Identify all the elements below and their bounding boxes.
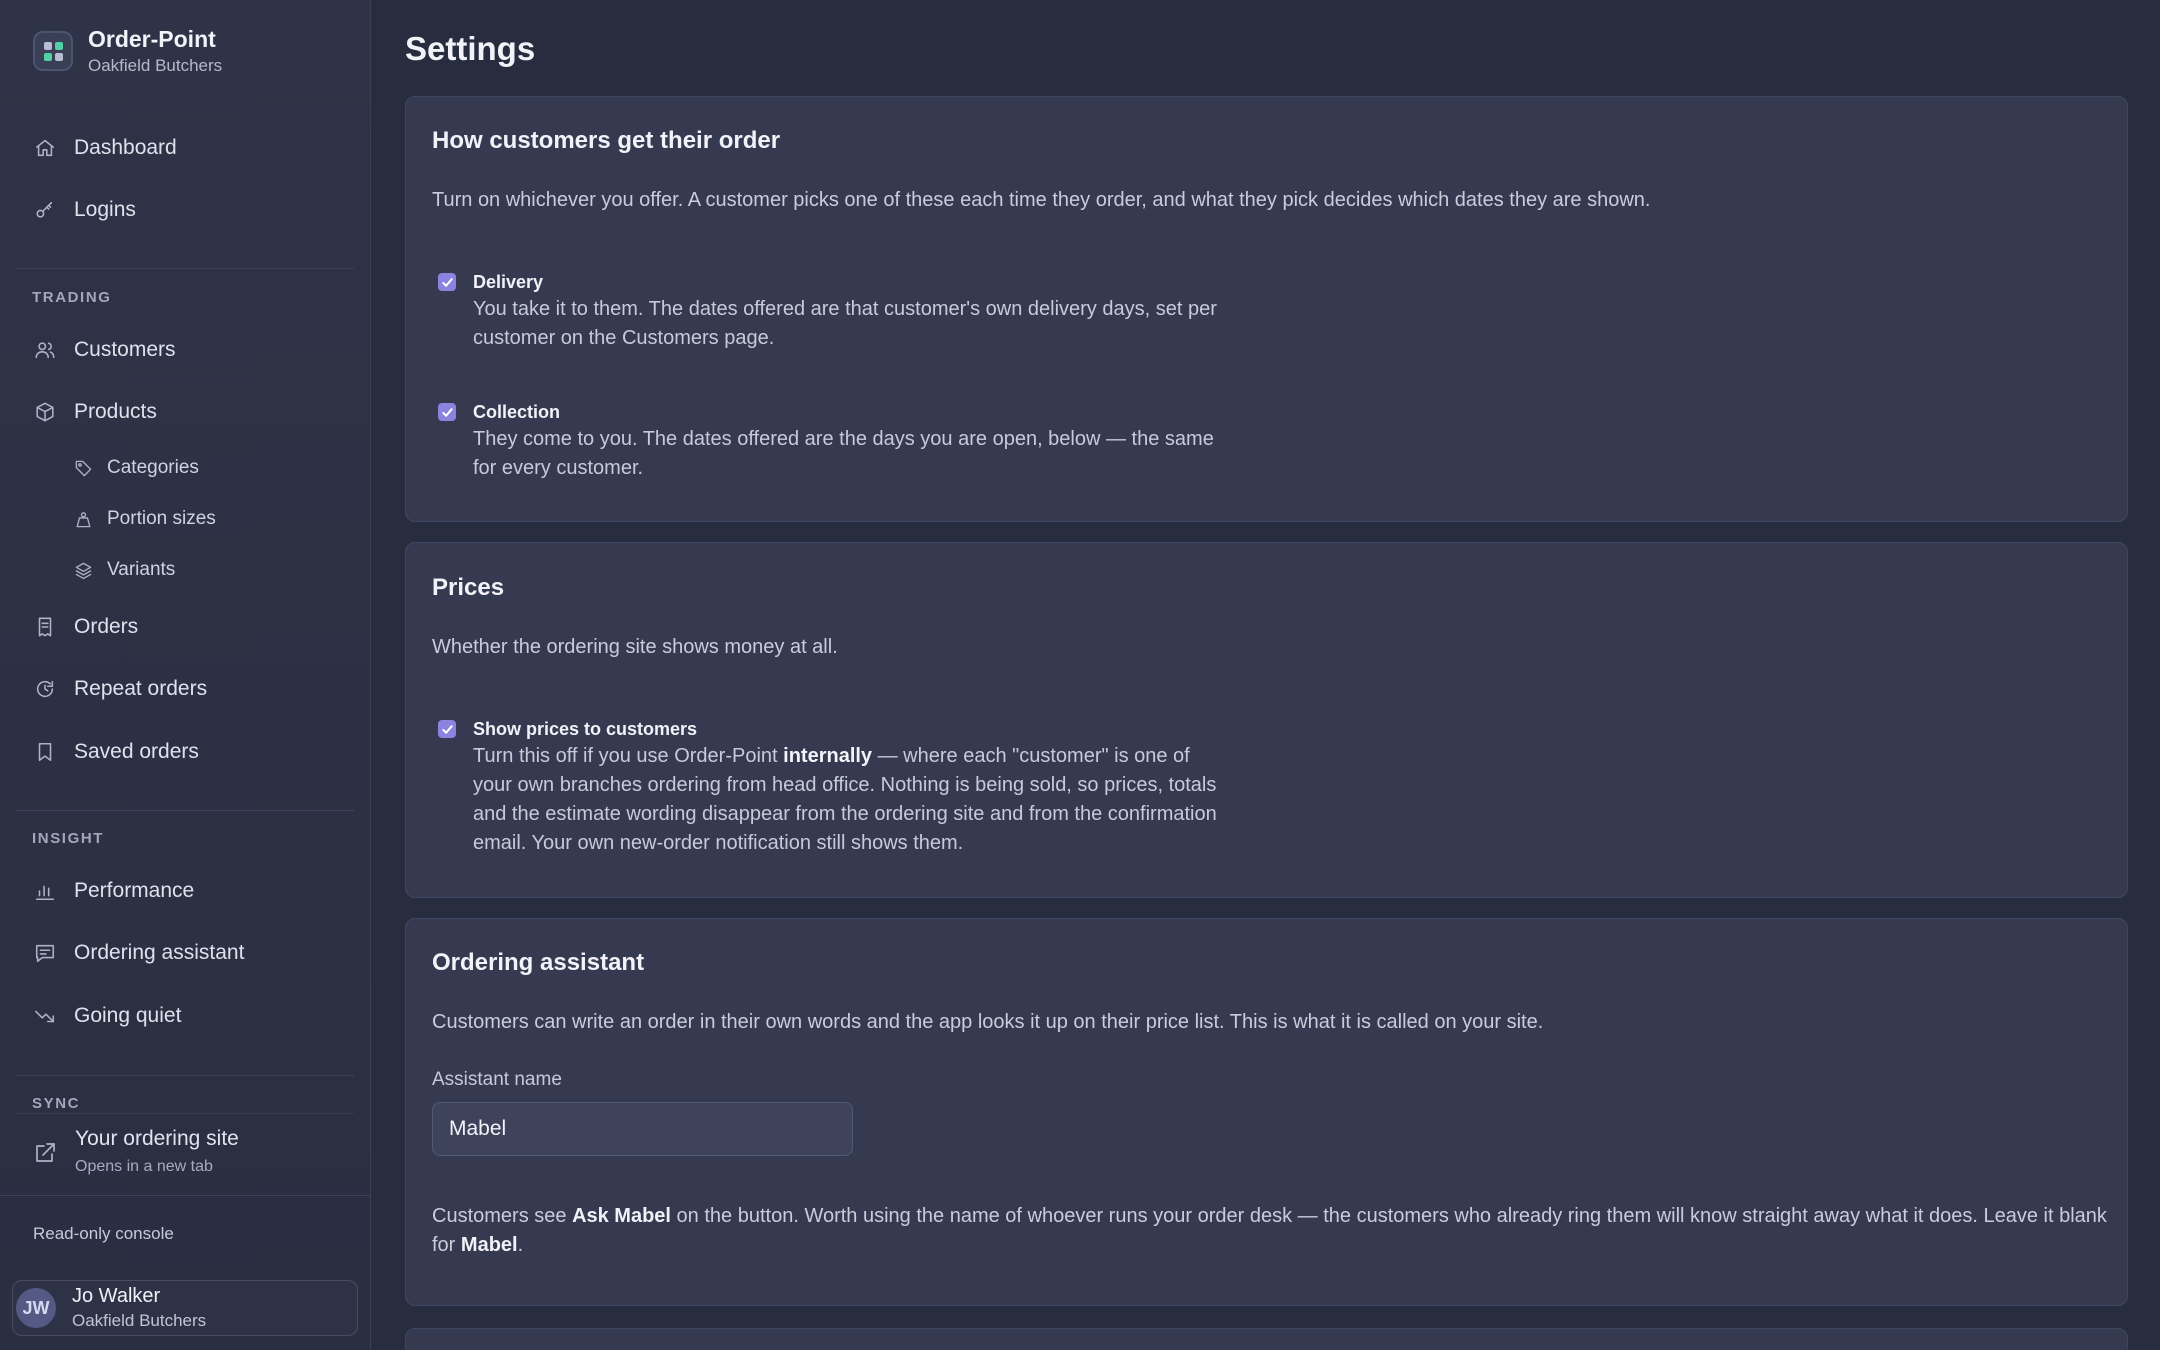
assistant-help-text: Customers see Ask Mabel on the button. W…: [432, 1205, 2107, 1256]
ordering-site-link[interactable]: Your ordering site Opens in a new tab: [33, 1127, 239, 1176]
weight-icon: [73, 509, 93, 529]
delivery-label: Delivery: [473, 272, 544, 292]
fulfilment-settings-card: How customers get their order Turn on wh…: [405, 96, 2128, 522]
sidebar-item-label: Repeat orders: [74, 677, 208, 700]
sidebar-item-label: Variants: [107, 559, 176, 580]
sidebar-item-label: Ordering assistant: [74, 941, 245, 964]
sidebar-divider: [16, 1113, 354, 1114]
card-description: Turn on whichever you offer. A customer …: [432, 189, 1651, 211]
sidebar-item-label: Logins: [74, 198, 136, 221]
brand-name: Order-Point: [88, 26, 216, 52]
chat-icon: [33, 941, 57, 965]
tag-icon: [73, 458, 93, 478]
layers-icon: [73, 560, 93, 580]
card-description: Customers can write an order in their ow…: [432, 1011, 1544, 1033]
external-link-icon: [33, 1141, 59, 1167]
sidebar-item-repeat-orders[interactable]: Repeat orders: [33, 669, 207, 709]
sidebar-item-going-quiet[interactable]: Going quiet: [33, 996, 181, 1036]
page-title: Settings: [405, 30, 536, 67]
sidebar-item-logins[interactable]: Logins: [33, 190, 136, 230]
repeat-icon: [33, 677, 57, 701]
check-icon: [441, 277, 453, 287]
avatar: JW: [16, 1288, 56, 1328]
section-label-insight: INSIGHT: [32, 830, 105, 847]
section-label-trading: TRADING: [32, 289, 112, 306]
brand-business: Oakfield Butchers: [88, 56, 223, 75]
sidebar-item-portion-sizes[interactable]: Portion sizes: [73, 499, 216, 539]
sidebar-item-ordering-assistant[interactable]: Ordering assistant: [33, 933, 244, 973]
sidebar-item-label: Products: [74, 400, 157, 423]
ordering-site-title: Your ordering site: [75, 1127, 239, 1150]
receipt-icon: [33, 615, 57, 639]
brand[interactable]: Order-Point Oakfield Butchers: [33, 26, 222, 76]
card-title: Prices: [432, 574, 505, 601]
collection-checkbox[interactable]: [438, 403, 456, 421]
show-prices-description: Turn this off if you use Order-Point int…: [473, 745, 1217, 854]
user-organisation: Oakfield Butchers: [72, 1311, 207, 1330]
show-prices-checkbox[interactable]: [438, 720, 456, 738]
sidebar: Order-Point Oakfield Butchers Dashboard …: [0, 0, 371, 1350]
assistant-name-label: Assistant name: [432, 1069, 562, 1090]
check-icon: [441, 724, 453, 734]
sidebar-item-label: Portion sizes: [107, 508, 216, 529]
bookmark-icon: [33, 740, 57, 764]
delivery-description: You take it to them. The dates offered a…: [473, 298, 1217, 349]
sidebar-item-label: Going quiet: [74, 1004, 182, 1027]
card-description: Whether the ordering site shows money at…: [432, 636, 838, 658]
key-icon: [33, 198, 57, 222]
sidebar-item-categories[interactable]: Categories: [73, 448, 199, 488]
collection-description: They come to you. The dates offered are …: [473, 428, 1214, 479]
main-content: Settings How customers get their order T…: [371, 0, 2160, 1350]
sidebar-item-label: Dashboard: [74, 136, 177, 159]
sidebar-item-label: Customers: [74, 338, 176, 361]
app-root: Order-Point Oakfield Butchers Dashboard …: [0, 0, 2160, 1350]
bar-chart-icon: [33, 879, 57, 903]
collection-label: Collection: [473, 402, 561, 422]
app-grid-icon: [33, 31, 73, 71]
sidebar-divider: [0, 1195, 370, 1196]
show-prices-label: Show prices to customers: [473, 719, 698, 739]
delivery-checkbox[interactable]: [438, 273, 456, 291]
user-account-card[interactable]: JW Jo Walker Oakfield Butchers: [12, 1280, 358, 1336]
sidebar-item-label: Performance: [74, 879, 195, 902]
sidebar-item-products[interactable]: Products: [33, 392, 157, 432]
sidebar-item-label: Orders: [74, 615, 139, 638]
sidebar-item-saved-orders[interactable]: Saved orders: [33, 732, 199, 772]
check-icon: [441, 407, 453, 417]
sidebar-item-customers[interactable]: Customers: [33, 330, 176, 370]
sidebar-item-label: Categories: [107, 457, 199, 478]
sidebar-item-performance[interactable]: Performance: [33, 871, 194, 911]
sidebar-divider: [16, 1075, 354, 1076]
delivery-option: Delivery You take it to them. The dates …: [438, 270, 1233, 353]
collection-option: Collection They come to you. The dates o…: [438, 400, 1233, 483]
next-settings-card: [405, 1328, 2128, 1350]
prices-settings-card: Prices Whether the ordering site shows m…: [405, 542, 2128, 898]
assistant-settings-card: Ordering assistant Customers can write a…: [405, 918, 2128, 1306]
sidebar-item-label: Saved orders: [74, 740, 199, 763]
box-icon: [33, 400, 57, 424]
show-prices-option: Show prices to customers Turn this off i…: [438, 717, 1233, 858]
user-name: Jo Walker: [72, 1285, 161, 1307]
users-icon: [33, 338, 57, 362]
section-label-sync: SYNC: [32, 1095, 81, 1112]
card-title: Ordering assistant: [432, 949, 645, 976]
home-icon: [33, 136, 57, 160]
sidebar-divider: [16, 810, 354, 811]
sidebar-divider: [16, 268, 354, 269]
sidebar-item-dashboard[interactable]: Dashboard: [33, 128, 177, 168]
readonly-console-label: Read-only console: [33, 1224, 174, 1243]
sidebar-item-variants[interactable]: Variants: [73, 550, 175, 590]
ordering-site-subtitle: Opens in a new tab: [75, 1158, 213, 1175]
sidebar-item-orders[interactable]: Orders: [33, 607, 138, 647]
assistant-name-input[interactable]: [432, 1102, 853, 1156]
trend-down-icon: [33, 1004, 57, 1028]
card-title: How customers get their order: [432, 127, 781, 154]
